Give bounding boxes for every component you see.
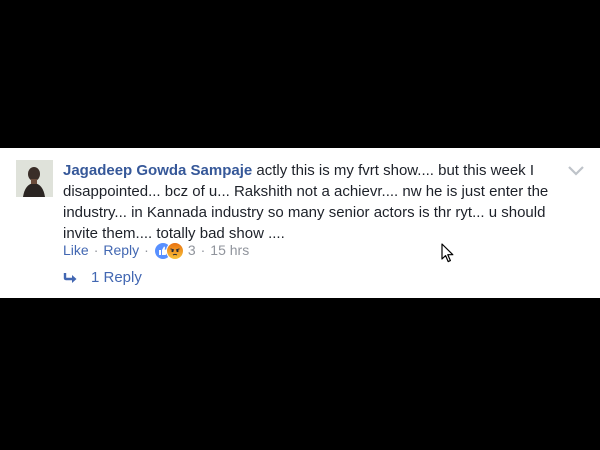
mouse-cursor-icon [441, 243, 454, 263]
comment-body: Jagadeep Gowda Sampaje actly this is my … [63, 160, 563, 244]
angry-icon [165, 242, 184, 260]
view-replies[interactable]: 1 Reply [63, 269, 142, 286]
reaction-count[interactable]: 3 [188, 242, 196, 258]
avatar-photo [16, 160, 53, 197]
reactions-summary[interactable] [153, 241, 184, 260]
replies-count-link[interactable]: 1 Reply [91, 269, 142, 286]
separator: · [93, 242, 99, 258]
reply-arrow-icon [63, 272, 77, 283]
separator: · [144, 242, 149, 258]
comment-card: Jagadeep Gowda Sampaje actly this is my … [0, 148, 600, 298]
comment-actions: Like · Reply · 3 · 15 hrs [63, 240, 249, 260]
comment-author[interactable]: Jagadeep Gowda Sampaje [63, 162, 252, 179]
separator: · [200, 242, 206, 258]
reply-button[interactable]: Reply [103, 242, 139, 258]
like-button[interactable]: Like [63, 242, 89, 258]
chevron-down-icon[interactable] [566, 164, 586, 178]
avatar[interactable] [16, 160, 53, 197]
comment-timestamp[interactable]: 15 hrs [210, 242, 249, 258]
